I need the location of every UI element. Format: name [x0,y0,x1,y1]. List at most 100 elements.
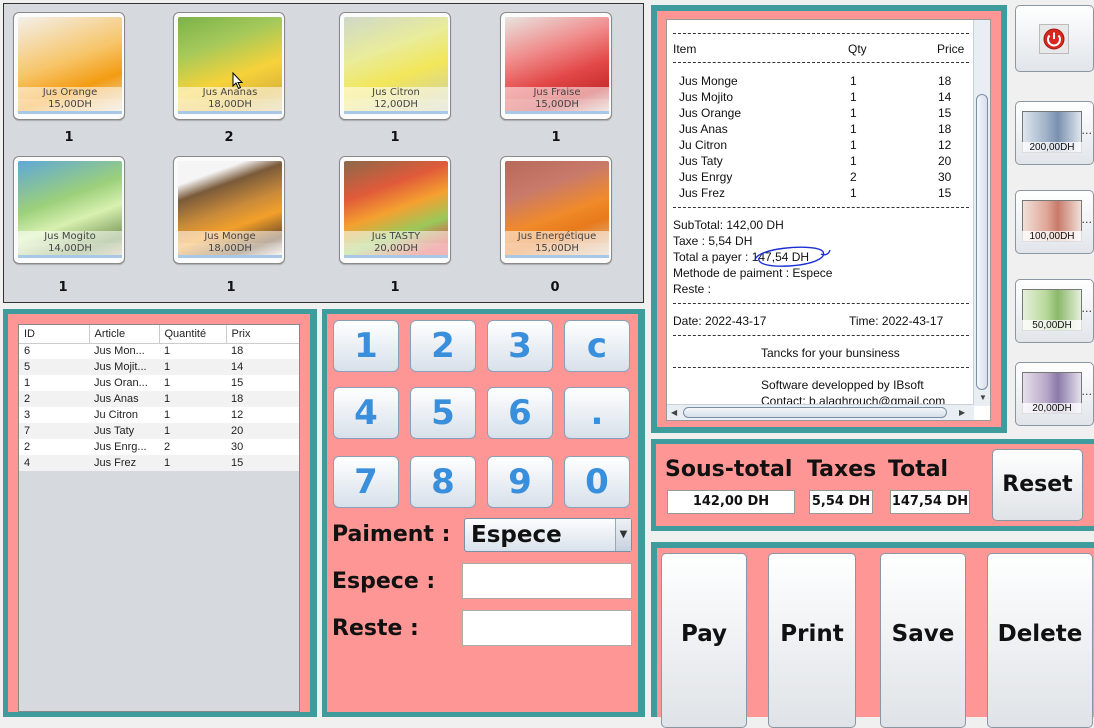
product-price: 14,00DH [18,243,122,258]
cell-id: 2 [19,439,89,455]
scroll-left-arrow-icon[interactable]: ◀ [671,408,677,417]
col-header-prix[interactable]: Prix [226,325,299,344]
scrollbar-thumb[interactable] [683,407,947,418]
product-price: 15,00DH [505,99,609,114]
paiment-select[interactable]: Espece ▼ [464,518,632,552]
receipt-item-qty: 1 [850,186,857,200]
money-20-button[interactable]: 20,00DH ... [1015,362,1094,426]
product-price: 12,00DH [344,99,448,114]
key-3[interactable]: 3 [487,320,553,372]
print-button[interactable]: Print [768,553,856,728]
money-100-button[interactable]: 100,00DH ... [1015,190,1094,254]
col-header-id[interactable]: ID [19,325,90,344]
receipt-item-name: Jus Enrgy [679,170,733,184]
key-clear[interactable]: c [564,320,630,372]
money-50-button[interactable]: 50,00DH ... [1015,279,1094,343]
key-4[interactable]: 4 [333,387,399,439]
order-table-container: ID Article Quantité Prix 6 Jus Mon... 1 18 … [18,324,300,712]
receipt-vertical-scrollbar[interactable]: ▼ [973,20,990,406]
receipt-item-name: Jus Anas [679,122,728,136]
key-5[interactable]: 5 [410,387,476,439]
products-panel: Jus Orange 15,00DH Jus Ananas 18,00DH Ju… [3,3,644,303]
scroll-down-arrow-icon[interactable]: ▼ [979,393,987,402]
receipt-area[interactable]: Item Qty Price Jus Monge 1 18 Jus Mojito… [666,19,991,421]
key-7[interactable]: 7 [333,456,399,508]
cell-quantite: 1 [159,391,226,407]
receipt-item-qty: 1 [850,90,857,104]
product-price: 15,00DH [505,243,609,258]
divider [673,207,969,208]
scroll-right-arrow-icon[interactable]: ▶ [959,408,965,417]
reset-button[interactable]: Reset [992,449,1083,521]
table-row[interactable]: 7 Jus Taty 1 20 [19,423,299,439]
cell-article: Jus Frez [89,455,159,471]
cell-id: 7 [19,423,89,439]
product-qty: 0 [550,280,560,295]
table-row[interactable]: 2 Jus Anas 1 18 [19,391,299,407]
receipt-item-name: Jus Taty [679,154,723,168]
product-jus-mogito[interactable]: Jus Mogito 14,00DH [13,156,125,264]
product-jus-citron[interactable]: Jus Citron 12,00DH [339,12,451,120]
receipt-item-qty: 1 [850,122,857,136]
product-price: 20,00DH [344,243,448,258]
key-6[interactable]: 6 [487,387,553,439]
product-jus-monge[interactable]: Jus Monge 18,00DH [173,156,285,264]
action-panel: Pay Print Save Delete [651,542,1094,728]
order-table-panel: ID Article Quantité Prix 6 Jus Mon... 1 18 … [3,309,317,717]
table-row[interactable]: 2 Jus Enrg... 2 30 [19,439,299,455]
order-table[interactable]: ID Article Quantité Prix 6 Jus Mon... 1 18 … [19,325,299,471]
product-jus-energetique[interactable]: Jus Energétique 15,00DH [500,156,612,264]
money-label: 200,00DH [1022,142,1082,153]
table-row[interactable]: 3 Ju Citron 1 12 [19,407,299,423]
receipt-col-price: Price [937,42,965,56]
espece-input[interactable] [462,563,632,599]
receipt-time: Time: 2022-43-17 [849,314,944,328]
product-jus-fraise[interactable]: Jus Fraise 15,00DH [500,12,612,120]
power-button[interactable] [1015,5,1094,72]
product-qty: 1 [64,130,74,145]
table-row[interactable]: 6 Jus Mon... 1 18 [19,343,299,359]
cell-quantite: 2 [159,439,226,455]
product-jus-ananas[interactable]: Jus Ananas 18,00DH [173,12,285,120]
table-row[interactable]: 1 Jus Oran... 1 15 [19,375,299,391]
divider [673,335,969,336]
cell-quantite: 1 [159,455,226,471]
cell-article: Jus Anas [89,391,159,407]
table-row[interactable]: 4 Jus Frez 1 15 [19,455,299,471]
delete-button[interactable]: Delete [987,553,1093,728]
key-8[interactable]: 8 [410,456,476,508]
cell-quantite: 1 [159,407,226,423]
key-0[interactable]: 0 [564,456,630,508]
pay-button[interactable]: Pay [661,553,747,728]
receipt-taxe: Taxe : 5,54 DH [673,234,753,248]
cell-prix: 18 [226,391,299,407]
key-1[interactable]: 1 [333,320,399,372]
money-200-button[interactable]: 200,00DH ... [1015,101,1094,165]
receipt-col-qty: Qty [848,42,867,56]
receipt-horizontal-scrollbar[interactable]: ◀ ▶ [667,404,974,420]
cell-id: 6 [19,343,89,359]
product-name: Jus Citron [344,87,448,99]
product-jus-orange[interactable]: Jus Orange 15,00DH [13,12,125,120]
key-9[interactable]: 9 [487,456,553,508]
reste-input[interactable] [462,610,632,646]
key-decimal[interactable]: . [564,387,630,439]
product-name: Jus Mogito [18,231,122,243]
receipt-item-qty: 1 [850,74,857,88]
cell-prix: 18 [226,343,299,359]
divider [673,62,969,63]
product-name: Jus Orange [18,87,122,99]
col-header-article[interactable]: Article [89,325,160,344]
money-dots: ... [1081,385,1093,398]
sous-total-value: 142,00 DH [667,490,795,514]
product-name: Jus TASTY [344,231,448,243]
chevron-down-icon[interactable]: ▼ [615,519,631,551]
key-2[interactable]: 2 [410,320,476,372]
product-jus-tasty[interactable]: Jus TASTY 20,00DH [339,156,451,264]
save-button[interactable]: Save [880,553,966,728]
scrollbar-thumb[interactable] [976,94,988,390]
col-header-quantite[interactable]: Quantité [159,325,227,344]
table-row[interactable]: 5 Jus Mojit... 1 14 [19,359,299,375]
receipt-subtotal: SubTotal: 142,00 DH [673,218,784,232]
espece-label: Espece : [332,569,436,594]
